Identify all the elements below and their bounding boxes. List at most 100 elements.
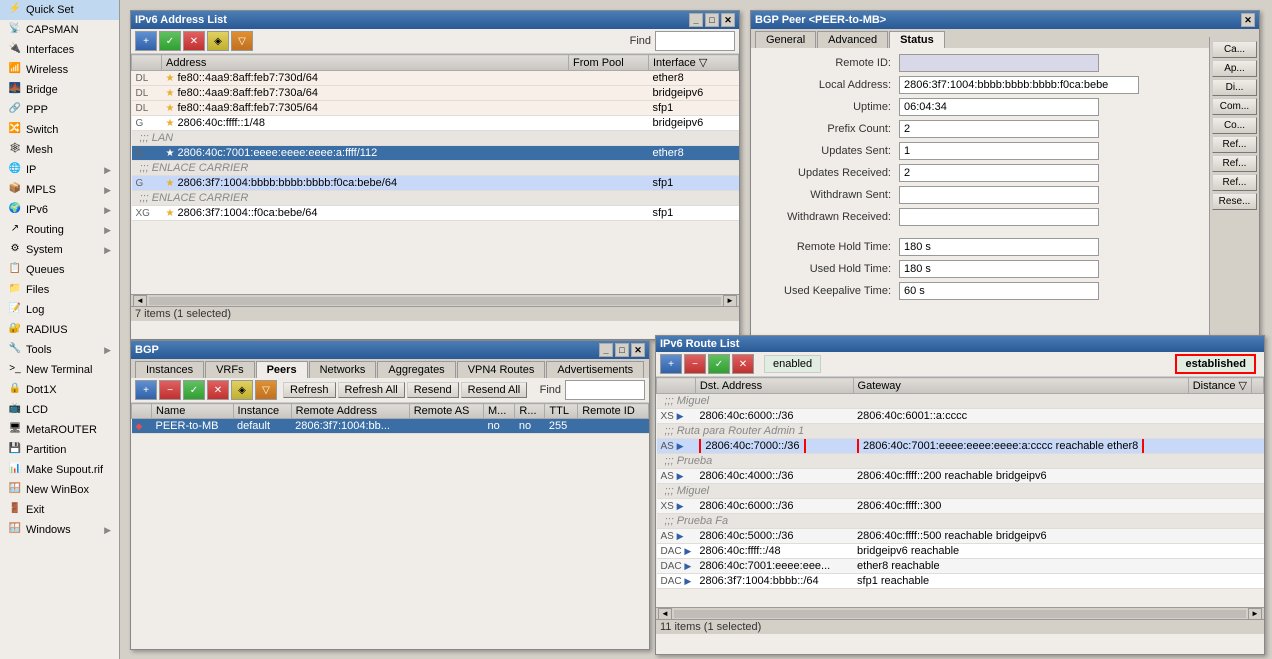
address-table-row[interactable]: G ★2806:3f7:1004:bbbb:bbbb:bbbb:f0ca:beb… bbox=[132, 176, 739, 191]
sidebar-item-ip[interactable]: 🌐 IP ▶ bbox=[0, 160, 119, 180]
horizontal-scrollbar[interactable]: ◄ ► bbox=[131, 294, 739, 306]
ipv6-address-list-titlebar[interactable]: IPv6 Address List _ □ ✕ bbox=[131, 11, 739, 29]
sidebar-item-windows[interactable]: 🪟 Windows ▶ bbox=[0, 520, 119, 540]
withdrawn-sent-value[interactable] bbox=[899, 186, 1099, 204]
sidebar-item-routing[interactable]: ↗ Routing ▶ bbox=[0, 220, 119, 240]
bgp-peer-titlebar[interactable]: BGP Peer <PEER-to-MB> ✕ bbox=[751, 11, 1259, 29]
sidebar-item-interfaces[interactable]: 🔌 Interfaces bbox=[0, 40, 119, 60]
sidebar-item-partition[interactable]: 💾 Partition bbox=[0, 440, 119, 460]
sidebar-item-mesh[interactable]: 🕸 Mesh bbox=[0, 140, 119, 160]
sidebar-item-newwinbox[interactable]: 🪟 New WinBox bbox=[0, 480, 119, 500]
address-table-row[interactable]: DL ★fe80::4aa9:8aff:feb7:7305/64 sfp1 bbox=[132, 101, 739, 116]
address-table-row[interactable]: ;;; ENLACE CARRIER bbox=[132, 191, 739, 206]
address-table-row[interactable]: ;;; LAN bbox=[132, 131, 739, 146]
disable-button[interactable]: Di... bbox=[1212, 79, 1257, 96]
bgp-refresh-button[interactable]: Refresh bbox=[283, 382, 336, 398]
bgp-resend-all-button[interactable]: Resend All bbox=[461, 382, 528, 398]
sidebar-item-system[interactable]: ⚙ System ▶ bbox=[0, 240, 119, 260]
route-table-row[interactable]: ;;; Miguel bbox=[657, 484, 1264, 499]
bgp-table-scroll[interactable]: Name Instance Remote Address Remote AS M… bbox=[131, 403, 649, 603]
tab-peers[interactable]: Peers bbox=[256, 361, 308, 378]
route-scroll-left[interactable]: ◄ bbox=[658, 608, 672, 620]
bgp-close-button[interactable]: ✕ bbox=[631, 343, 645, 357]
sidebar-item-switch[interactable]: 🔀 Switch bbox=[0, 120, 119, 140]
copy-button[interactable]: Co... bbox=[1212, 117, 1257, 134]
tab-vrfs[interactable]: VRFs bbox=[205, 361, 255, 378]
sidebar-item-supout[interactable]: 📊 Make Supout.rif bbox=[0, 460, 119, 480]
sidebar-item-log[interactable]: 📝 Log bbox=[0, 300, 119, 320]
close-button[interactable]: ✕ bbox=[721, 13, 735, 27]
maximize-button[interactable]: □ bbox=[705, 13, 719, 27]
withdrawn-received-value[interactable] bbox=[899, 208, 1099, 226]
tab-instances[interactable]: Instances bbox=[135, 361, 204, 378]
bgp-peer-close-button[interactable]: ✕ bbox=[1241, 13, 1255, 27]
route-scroll-right[interactable]: ► bbox=[1248, 608, 1262, 620]
address-table-row[interactable]: ;;; ENLACE CARRIER bbox=[132, 161, 739, 176]
used-keepalive-value[interactable] bbox=[899, 282, 1099, 300]
address-table-row[interactable]: DL ★fe80::4aa9:8aff:feb7:730d/64 ether8 bbox=[132, 71, 739, 86]
route-table-row[interactable]: ;;; Prueba Fa bbox=[657, 514, 1264, 529]
address-table-row[interactable]: G ★2806:40c:ffff::1/48 bridgeipv6 bbox=[132, 116, 739, 131]
address-table-row[interactable]: XG ★2806:3f7:1004::f0ca:bebe/64 sfp1 bbox=[132, 206, 739, 221]
sidebar-item-mpls[interactable]: 📦 MPLS ▶ bbox=[0, 180, 119, 200]
uptime-value[interactable] bbox=[899, 98, 1099, 116]
address-table-scroll[interactable]: Address From Pool Interface ▽ DL ★fe80::… bbox=[131, 54, 739, 294]
cancel-button[interactable]: Ca... bbox=[1212, 41, 1257, 58]
apply-button[interactable]: Ap... bbox=[1212, 60, 1257, 77]
sidebar-item-exit[interactable]: 🚪 Exit bbox=[0, 500, 119, 520]
route-enable-button[interactable]: ✓ bbox=[708, 354, 730, 374]
sidebar-item-bridge[interactable]: 🌉 Bridge bbox=[0, 80, 119, 100]
bgp-refresh-all-button[interactable]: Refresh All bbox=[338, 382, 405, 398]
bgp-add-button[interactable]: + bbox=[135, 380, 157, 400]
copy-button[interactable]: ◈ bbox=[207, 31, 229, 51]
bgp-find-input[interactable] bbox=[565, 380, 645, 400]
sidebar-item-dot1x[interactable]: 🔒 Dot1X bbox=[0, 380, 119, 400]
bgp-minimize-button[interactable]: _ bbox=[599, 343, 613, 357]
bgp-x-button[interactable]: ✕ bbox=[207, 380, 229, 400]
tab-status[interactable]: Status bbox=[889, 31, 945, 48]
bgp-filter-button[interactable]: ▽ bbox=[255, 380, 277, 400]
sidebar-item-wireless[interactable]: 📶 Wireless bbox=[0, 60, 119, 80]
address-table-row[interactable]: G ★2806:40c:7001:eeee:eeee:eeee:a:ffff/1… bbox=[132, 146, 739, 161]
minimize-button[interactable]: _ bbox=[689, 13, 703, 27]
scroll-right-button[interactable]: ► bbox=[723, 295, 737, 307]
bgp-peer-row[interactable]: ◆ PEER-to-MB default 2806:3f7:1004:bb...… bbox=[132, 419, 649, 434]
sidebar-item-radius[interactable]: 🔐 RADIUS bbox=[0, 320, 119, 340]
add-button[interactable]: + bbox=[135, 31, 157, 51]
refresh-all-button[interactable]: Ref... bbox=[1212, 174, 1257, 191]
route-table-scroll[interactable]: Dst. Address Gateway Distance ▽ ;;; Migu… bbox=[656, 377, 1264, 607]
updates-received-value[interactable] bbox=[899, 164, 1099, 182]
refresh-button[interactable]: Ref... bbox=[1212, 136, 1257, 153]
tab-networks[interactable]: Networks bbox=[309, 361, 377, 378]
bgp-remove-button[interactable]: − bbox=[159, 380, 181, 400]
route-x-button[interactable]: ✕ bbox=[732, 354, 754, 374]
reset-button[interactable]: Rese... bbox=[1212, 193, 1257, 210]
bgp-resend-button[interactable]: Resend bbox=[407, 382, 459, 398]
route-table-row[interactable]: ;;; Ruta para Router Admin 1 bbox=[657, 424, 1264, 439]
route-table-row[interactable]: AS ▶ 2806:40c:7000::/36 2806:40c:7001:ee… bbox=[657, 439, 1264, 454]
sidebar-item-ipv6[interactable]: 🌍 IPv6 ▶ bbox=[0, 200, 119, 220]
delete-button[interactable]: ✕ bbox=[183, 31, 205, 51]
route-table-row[interactable]: ;;; Prueba bbox=[657, 454, 1264, 469]
route-table-row[interactable]: DAC ▶ 2806:3f7:1004:bbbb::/64 sfp1 reach… bbox=[657, 574, 1264, 589]
sidebar-item-quickset[interactable]: ⚡ Quick Set bbox=[0, 0, 119, 20]
sidebar-item-tools[interactable]: 🔧 Tools ▶ bbox=[0, 340, 119, 360]
route-add-button[interactable]: + bbox=[660, 354, 682, 374]
tab-vpn4routes[interactable]: VPN4 Routes bbox=[457, 361, 546, 378]
sidebar-item-ppp[interactable]: 🔗 PPP bbox=[0, 100, 119, 120]
sidebar-item-capsman[interactable]: 📡 CAPsMAN bbox=[0, 20, 119, 40]
prefix-count-value[interactable] bbox=[899, 120, 1099, 138]
refresh-routes-button[interactable]: Ref... bbox=[1212, 155, 1257, 172]
sidebar-item-lcd[interactable]: 📺 LCD bbox=[0, 400, 119, 420]
tab-advertisements[interactable]: Advertisements bbox=[546, 361, 644, 378]
find-input[interactable] bbox=[655, 31, 735, 51]
remote-hold-time-value[interactable] bbox=[899, 238, 1099, 256]
filter-button[interactable]: ▽ bbox=[231, 31, 253, 51]
route-table-row[interactable]: DAC ▶ 2806:40c:ffff::/48 bridgeipv6 reac… bbox=[657, 544, 1264, 559]
route-table-row[interactable]: ;;; Miguel bbox=[657, 394, 1264, 409]
local-address-value[interactable] bbox=[899, 76, 1139, 94]
ipv6-route-list-titlebar[interactable]: IPv6 Route List bbox=[656, 336, 1264, 352]
address-table-row[interactable]: DL ★fe80::4aa9:8aff:feb7:730a/64 bridgei… bbox=[132, 86, 739, 101]
route-table-row[interactable]: AS ▶ 2806:40c:5000::/36 2806:40c:ffff::5… bbox=[657, 529, 1264, 544]
route-table-row[interactable]: AS ▶ 2806:40c:4000::/36 2806:40c:ffff::2… bbox=[657, 469, 1264, 484]
